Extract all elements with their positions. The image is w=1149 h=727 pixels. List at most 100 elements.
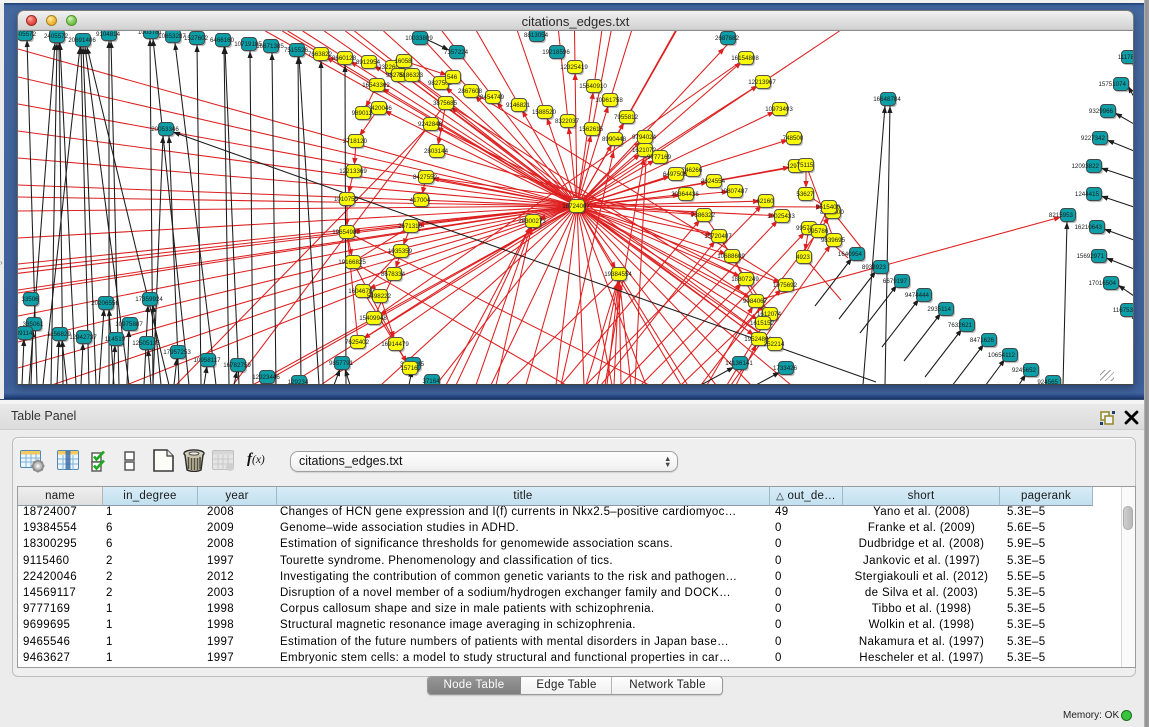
- svg-text:1935359: 1935359: [388, 248, 413, 255]
- svg-text:1244415: 1244415: [1075, 191, 1100, 198]
- svg-text:252214: 252214: [764, 341, 785, 348]
- svg-text:8990448: 8990448: [602, 136, 627, 143]
- svg-text:12213967: 12213967: [748, 79, 776, 86]
- svg-text:16648784: 16648784: [873, 96, 901, 103]
- svg-text:1156829: 1156829: [47, 331, 71, 338]
- svg-text:12325419: 12325419: [560, 64, 588, 71]
- svg-text:10975887: 10975887: [115, 321, 143, 328]
- svg-text:7357224: 7357224: [444, 49, 469, 56]
- svg-text:6497508: 6497508: [663, 171, 688, 178]
- svg-text:39114: 39114: [18, 330, 33, 337]
- svg-text:1733426: 1733426: [773, 365, 798, 372]
- svg-text:5498222: 5498222: [367, 293, 392, 300]
- svg-text:1010755: 1010755: [334, 196, 359, 203]
- svg-text:2687682: 2687682: [715, 35, 740, 42]
- svg-text:14136141: 14136141: [725, 360, 753, 367]
- svg-text:17016504: 17016504: [1088, 280, 1116, 287]
- svg-text:18724007: 18724007: [562, 203, 590, 210]
- svg-text:8322037: 8322037: [555, 118, 580, 125]
- svg-text:129234: 129234: [288, 379, 309, 385]
- svg-text:33506: 33506: [21, 296, 39, 303]
- svg-text:20691406: 20691406: [68, 37, 96, 44]
- svg-text:9329966: 9329966: [1089, 108, 1114, 115]
- svg-text:16210643: 16210643: [1074, 224, 1102, 231]
- svg-text:37164: 37164: [422, 378, 440, 385]
- svg-text:15640910: 15640910: [579, 83, 607, 90]
- svg-text:1405572: 1405572: [18, 31, 37, 38]
- svg-text:9777169: 9777169: [647, 154, 672, 161]
- svg-text:9104814: 9104814: [96, 31, 121, 38]
- svg-text:19654982: 19654982: [332, 229, 360, 236]
- svg-text:9474444: 9474444: [905, 292, 930, 299]
- svg-text:18807249: 18807249: [731, 276, 759, 283]
- svg-text:3624554: 3624554: [701, 178, 726, 185]
- svg-text:9084067: 9084067: [743, 298, 768, 305]
- svg-text:10025433: 10025433: [767, 213, 795, 220]
- svg-text:20053346: 20053346: [151, 126, 179, 133]
- svg-text:114519: 114519: [105, 336, 126, 343]
- svg-text:15720407: 15720407: [704, 233, 732, 240]
- svg-text:20206556: 20206556: [91, 300, 119, 307]
- svg-text:2935114: 2935114: [927, 306, 951, 313]
- svg-text:16058: 16058: [394, 58, 412, 65]
- svg-text:10973493: 10973493: [765, 106, 793, 113]
- svg-text:8454749: 8454749: [480, 94, 505, 101]
- svg-text:9242848: 9242848: [418, 121, 443, 128]
- svg-text:12942737: 12942737: [69, 334, 97, 341]
- svg-text:6679197: 6679197: [883, 278, 908, 285]
- svg-text:12923446: 12923446: [252, 374, 280, 381]
- svg-text:53627: 53627: [796, 191, 814, 198]
- svg-text:75115: 75115: [797, 162, 814, 169]
- svg-text:2718120: 2718120: [343, 138, 368, 145]
- svg-text:10807487: 10807487: [720, 188, 748, 195]
- svg-text:19166825: 19166825: [338, 259, 366, 266]
- svg-text:10958117: 10958117: [193, 357, 221, 364]
- svg-text:16782759: 16782759: [223, 362, 251, 369]
- svg-text:8471626: 8471626: [970, 337, 995, 344]
- svg-text:10654112: 10654112: [988, 352, 1016, 359]
- svg-text:16914479: 16914479: [381, 341, 409, 348]
- svg-text:16543362: 16543362: [362, 82, 390, 89]
- svg-text:12505135: 12505135: [132, 340, 160, 347]
- svg-text:9857791: 9857791: [329, 360, 354, 367]
- svg-text:3875685: 3875685: [433, 100, 458, 107]
- svg-text:116753: 116753: [1113, 307, 1134, 314]
- svg-text:8427552: 8427552: [413, 174, 438, 181]
- svg-text:11178: 11178: [1118, 54, 1134, 61]
- svg-text:8938923: 8938923: [862, 264, 887, 271]
- svg-text:546: 546: [447, 74, 458, 81]
- svg-text:417004: 417004: [410, 197, 431, 204]
- svg-text:9794024: 9794024: [632, 134, 657, 141]
- svg-text:1588520: 1588520: [532, 109, 557, 116]
- svg-text:4923: 4923: [796, 254, 810, 261]
- svg-text:989012: 989012: [352, 110, 373, 117]
- svg-text:15409948: 15409948: [359, 315, 387, 322]
- svg-text:10688609: 10688609: [717, 253, 745, 260]
- svg-text:8660128: 8660128: [332, 55, 357, 62]
- svg-text:8215953: 8215953: [1049, 212, 1074, 219]
- svg-text:10033809: 10033809: [405, 35, 433, 42]
- svg-text:1615152: 1615152: [750, 320, 775, 327]
- svg-text:10961758: 10961758: [595, 97, 623, 104]
- svg-text:17957253: 17957253: [163, 349, 191, 356]
- svg-text:6466160: 6466160: [210, 37, 235, 44]
- svg-text:2405572: 2405572: [44, 33, 69, 40]
- svg-text:15716: 15716: [400, 365, 418, 372]
- svg-text:1527602: 1527602: [184, 35, 209, 42]
- svg-text:9146821: 9146821: [506, 102, 531, 109]
- svg-text:15751074: 15751074: [1098, 81, 1126, 88]
- svg-text:8813054: 8813054: [524, 32, 549, 39]
- svg-text:9839695: 9839695: [821, 237, 846, 244]
- svg-text:9515400: 9515400: [816, 204, 841, 211]
- svg-text:12213369: 12213369: [339, 168, 367, 175]
- svg-text:7386322: 7386322: [691, 212, 716, 219]
- svg-text:2803144: 2803144: [424, 148, 449, 155]
- svg-text:15692971: 15692971: [1076, 253, 1104, 260]
- svg-text:995786: 995786: [808, 228, 829, 235]
- svg-text:19218596: 19218596: [542, 49, 570, 56]
- svg-text:7632621: 7632621: [948, 322, 973, 329]
- svg-text:7515526: 7515526: [284, 47, 309, 54]
- svg-text:7663822: 7663822: [308, 51, 333, 58]
- svg-text:1975692: 1975692: [773, 282, 798, 289]
- svg-text:748500: 748500: [783, 135, 804, 142]
